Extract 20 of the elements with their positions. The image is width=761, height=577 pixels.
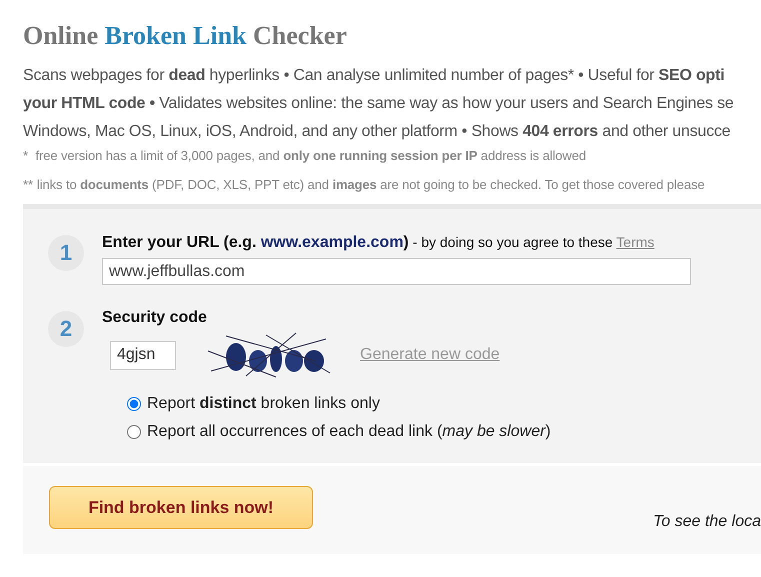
radio-button[interactable] <box>127 425 141 439</box>
footnote-text: links to documents (PDF, DOC, XLS, PPT etc) and images are not going to be checked. To get those covered please <box>36 177 705 192</box>
footnote-mark: * <box>23 148 28 163</box>
find-links-button[interactable]: Find broken links now! <box>49 486 313 529</box>
step-number: 2 <box>48 311 84 347</box>
intro-text: your HTML code • Validates websites online: the same way as how your users and Search Engines se <box>23 94 735 114</box>
option-label: Report distinct broken links only <box>147 394 380 414</box>
radio-button[interactable] <box>127 397 141 411</box>
intro-text: Scans webpages for dead hyperlinks • Can analyse unlimited number of pages* • Useful for SEO opti <box>23 66 726 86</box>
intro-text: Windows, Mac OS, Linux, iOS, Android, and any other platform • Shows 404 errors and other unsucce <box>23 122 732 142</box>
option-label: Report all occurrences of each dead link (may be slower) <box>147 422 551 442</box>
side-note: To see the loca <box>653 513 761 531</box>
page-title: Online Broken Link Checker <box>23 20 348 52</box>
footnote-mark: ** <box>23 177 33 192</box>
code-input[interactable]: 4gjsn <box>110 340 176 370</box>
step-number: 1 <box>48 235 84 271</box>
url-label: Enter your URL (e.g. www.example.com) - by doing so you agree to these Terms <box>102 233 656 253</box>
footnote-text: free version has a limit of 3,000 pages, and only one running session per IP address is allowed <box>34 148 586 163</box>
url-input[interactable]: www.jeffbullas.com <box>102 258 691 285</box>
security-code-label: Security code <box>102 308 208 328</box>
